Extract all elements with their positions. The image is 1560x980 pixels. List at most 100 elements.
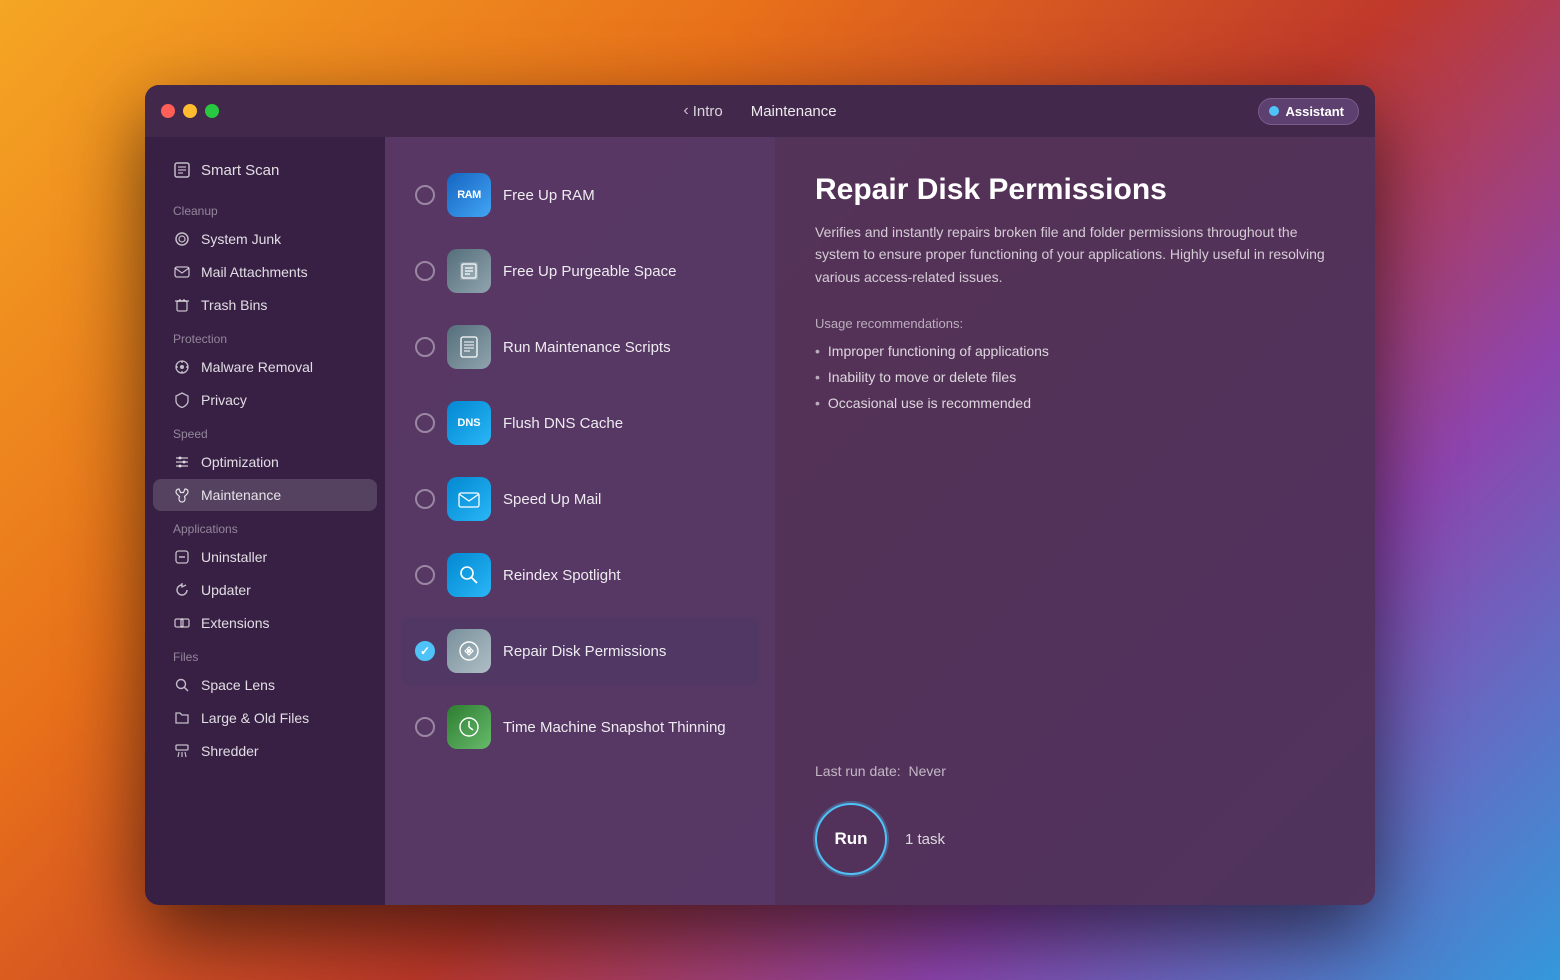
task-radio-speed-up-mail[interactable] — [415, 489, 435, 509]
detail-panel: Repair Disk Permissions Verifies and ins… — [775, 137, 1375, 905]
ram-text: RAM — [457, 189, 481, 201]
main-content: Smart Scan Cleanup System Junk — [145, 137, 1375, 905]
usage-item-2-text: Inability to move or delete files — [828, 369, 1016, 385]
task-item-free-up-purgeable[interactable]: Free Up Purgeable Space — [401, 237, 759, 305]
shredder-icon — [173, 742, 191, 760]
trash-bins-label: Trash Bins — [201, 297, 267, 313]
sidebar-item-trash-bins[interactable]: Trash Bins — [153, 289, 377, 321]
task-radio-free-up-ram[interactable] — [415, 185, 435, 205]
space-lens-icon — [173, 676, 191, 694]
task-item-free-up-ram[interactable]: RAM Free Up RAM — [401, 161, 759, 229]
section-applications: Applications — [145, 512, 385, 540]
task-item-time-machine[interactable]: Time Machine Snapshot Thinning — [401, 693, 759, 761]
task-radio-flush-dns[interactable] — [415, 413, 435, 433]
title-bar: ‹ Intro Maintenance Assistant — [145, 85, 1375, 137]
section-speed: Speed — [145, 417, 385, 445]
usage-item-1: Improper functioning of applications — [815, 343, 1335, 359]
extensions-icon — [173, 614, 191, 632]
extensions-label: Extensions — [201, 615, 269, 631]
large-old-files-label: Large & Old Files — [201, 710, 309, 726]
uninstaller-icon — [173, 548, 191, 566]
task-item-repair-disk[interactable]: Repair Disk Permissions — [401, 617, 759, 685]
shredder-label: Shredder — [201, 743, 259, 759]
smart-scan-label: Smart Scan — [201, 162, 279, 179]
task-list: RAM Free Up RAM Free Up Purgeable Space — [385, 137, 775, 905]
task-radio-reindex-spotlight[interactable] — [415, 565, 435, 585]
minimize-button[interactable] — [183, 104, 197, 118]
privacy-icon — [173, 391, 191, 409]
sidebar-item-privacy[interactable]: Privacy — [153, 384, 377, 416]
app-window: ‹ Intro Maintenance Assistant — [145, 85, 1375, 905]
task-item-flush-dns[interactable]: DNS Flush DNS Cache — [401, 389, 759, 457]
task-item-reindex-spotlight[interactable]: Reindex Spotlight — [401, 541, 759, 609]
task-icon-mail — [447, 477, 491, 521]
mail-attachments-label: Mail Attachments — [201, 264, 308, 280]
large-old-files-icon — [173, 709, 191, 727]
task-label-speed-up-mail: Speed Up Mail — [503, 491, 601, 508]
usage-item-1-text: Improper functioning of applications — [828, 343, 1049, 359]
task-icon-dns: DNS — [447, 401, 491, 445]
dns-text: DNS — [457, 417, 480, 429]
sidebar: Smart Scan Cleanup System Junk — [145, 137, 385, 905]
sidebar-item-extensions[interactable]: Extensions — [153, 607, 377, 639]
optimization-label: Optimization — [201, 454, 279, 470]
sidebar-item-mail-attachments[interactable]: Mail Attachments — [153, 256, 377, 288]
malware-removal-icon — [173, 358, 191, 376]
malware-removal-label: Malware Removal — [201, 359, 313, 375]
system-junk-label: System Junk — [201, 231, 281, 247]
sidebar-item-large-old-files[interactable]: Large & Old Files — [153, 702, 377, 734]
system-junk-icon — [173, 230, 191, 248]
maximize-button[interactable] — [205, 104, 219, 118]
task-label-run-maintenance: Run Maintenance Scripts — [503, 339, 671, 356]
task-radio-repair-disk[interactable] — [415, 641, 435, 661]
task-item-run-maintenance[interactable]: Run Maintenance Scripts — [401, 313, 759, 381]
space-lens-label: Space Lens — [201, 677, 275, 693]
task-icon-scripts — [447, 325, 491, 369]
optimization-icon — [173, 453, 191, 471]
updater-icon — [173, 581, 191, 599]
task-icon-spotlight — [447, 553, 491, 597]
assistant-label: Assistant — [1285, 104, 1344, 119]
task-radio-free-up-purgeable[interactable] — [415, 261, 435, 281]
last-run-label: Last run date: — [815, 763, 901, 779]
task-label-free-up-purgeable: Free Up Purgeable Space — [503, 263, 676, 280]
section-protection: Protection — [145, 322, 385, 350]
traffic-lights — [161, 104, 219, 118]
usage-item-3-text: Occasional use is recommended — [828, 395, 1031, 411]
close-button[interactable] — [161, 104, 175, 118]
updater-label: Updater — [201, 582, 251, 598]
sidebar-item-system-junk[interactable]: System Junk — [153, 223, 377, 255]
sidebar-item-uninstaller[interactable]: Uninstaller — [153, 541, 377, 573]
task-label-repair-disk: Repair Disk Permissions — [503, 643, 666, 660]
mail-attachments-icon — [173, 263, 191, 281]
usage-list: Improper functioning of applications Ina… — [815, 343, 1335, 411]
back-chevron-icon: ‹ — [683, 102, 688, 120]
sidebar-item-updater[interactable]: Updater — [153, 574, 377, 606]
trash-bins-icon — [173, 296, 191, 314]
maintenance-icon — [173, 486, 191, 504]
task-icon-purgeable — [447, 249, 491, 293]
detail-title: Repair Disk Permissions — [815, 173, 1335, 207]
last-run-info: Last run date: Never — [815, 763, 1335, 779]
maintenance-label: Maintenance — [201, 487, 281, 503]
task-item-speed-up-mail[interactable]: Speed Up Mail — [401, 465, 759, 533]
sidebar-item-optimization[interactable]: Optimization — [153, 446, 377, 478]
usage-item-2: Inability to move or delete files — [815, 369, 1335, 385]
task-radio-run-maintenance[interactable] — [415, 337, 435, 357]
assistant-button[interactable]: Assistant — [1258, 98, 1359, 125]
sidebar-item-smart-scan[interactable]: Smart Scan — [153, 154, 377, 186]
task-label-free-up-ram: Free Up RAM — [503, 187, 595, 204]
task-label-flush-dns: Flush DNS Cache — [503, 415, 623, 432]
usage-recommendations-label: Usage recommendations: — [815, 316, 1335, 331]
back-button[interactable]: ‹ Intro — [683, 102, 722, 120]
run-button[interactable]: Run — [815, 803, 887, 875]
sidebar-item-shredder[interactable]: Shredder — [153, 735, 377, 767]
detail-description: Verifies and instantly repairs broken fi… — [815, 221, 1335, 288]
task-radio-time-machine[interactable] — [415, 717, 435, 737]
task-count: 1 task — [905, 831, 945, 848]
sidebar-item-maintenance[interactable]: Maintenance — [153, 479, 377, 511]
sidebar-item-malware-removal[interactable]: Malware Removal — [153, 351, 377, 383]
assistant-dot-icon — [1269, 106, 1279, 116]
window-title: Maintenance — [751, 103, 837, 120]
sidebar-item-space-lens[interactable]: Space Lens — [153, 669, 377, 701]
